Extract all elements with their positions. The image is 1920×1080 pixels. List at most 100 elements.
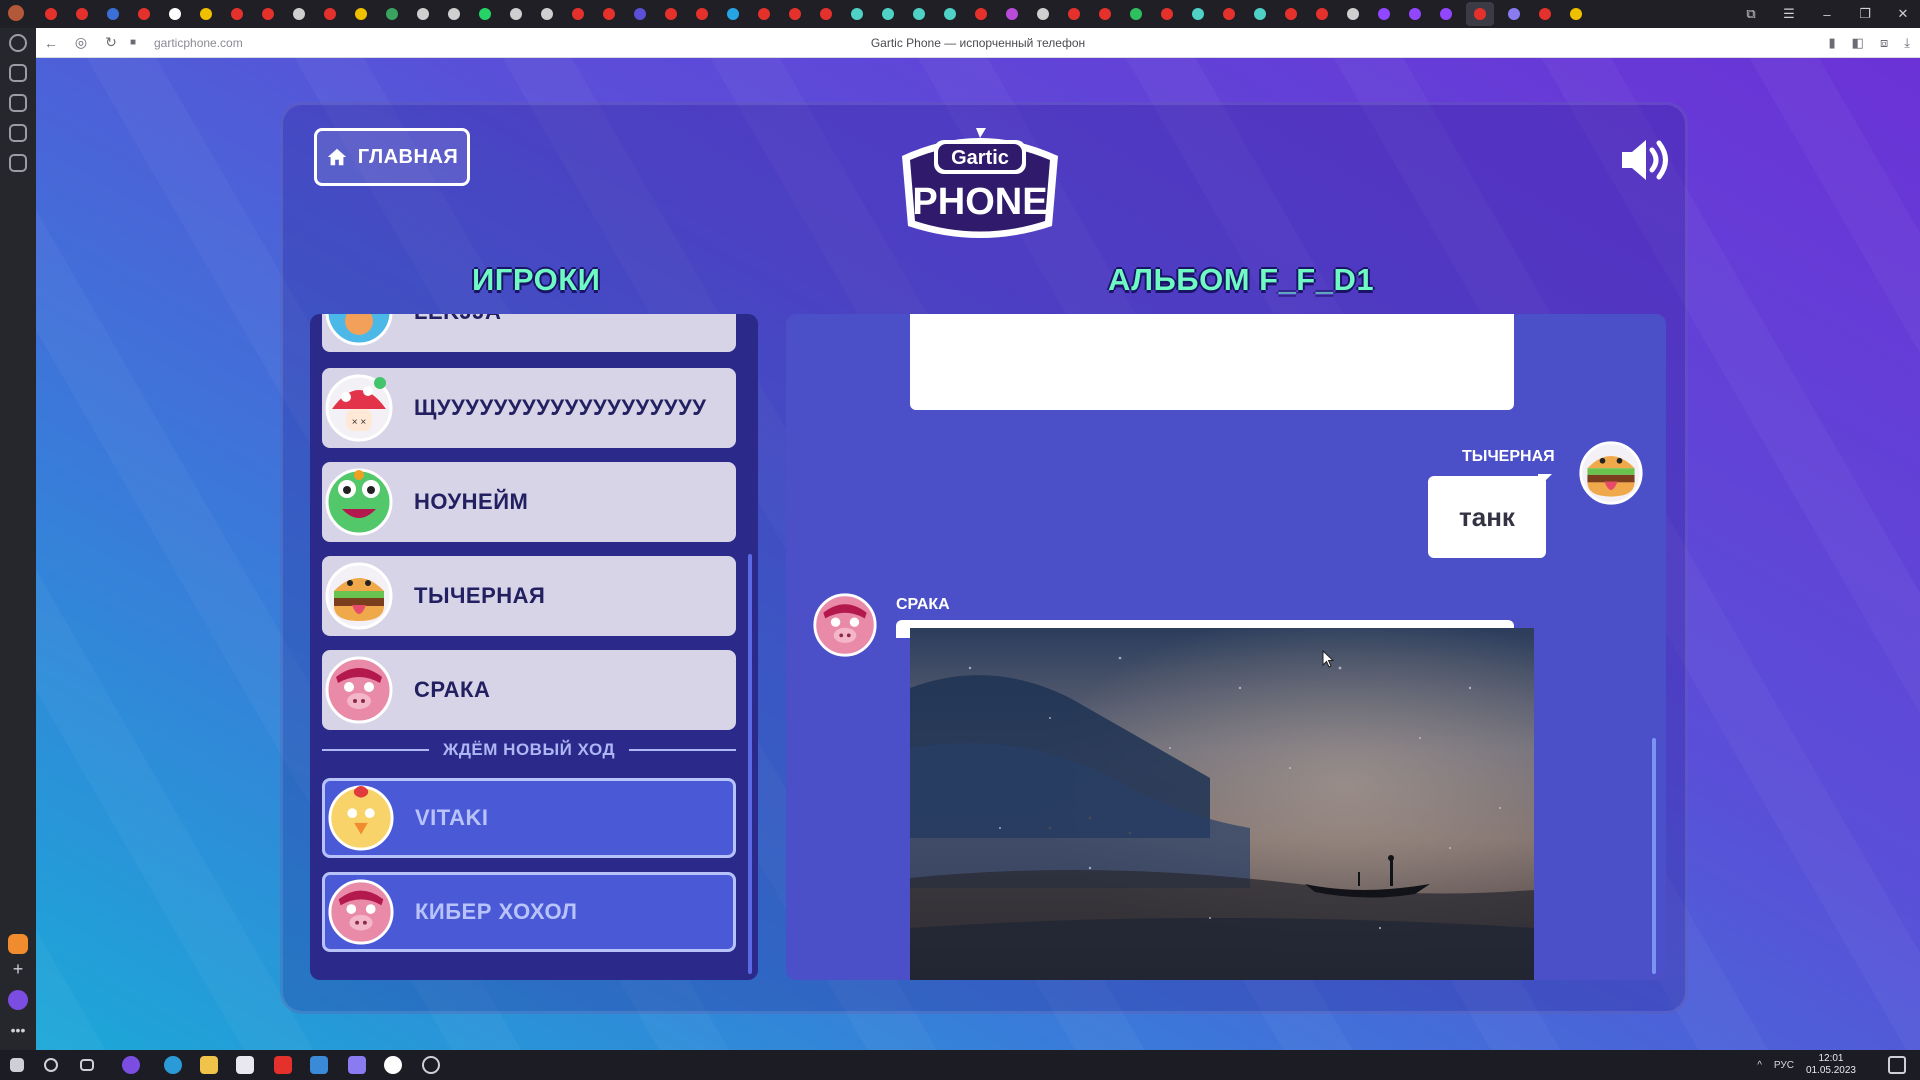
album-scrollbar[interactable]: [1652, 738, 1656, 974]
browser-tab[interactable]: [567, 5, 589, 23]
browser-tab[interactable]: [1565, 5, 1587, 23]
browser-tab[interactable]: [474, 5, 496, 23]
player-name: LEKJJA: [414, 314, 501, 325]
browser-tab[interactable]: [784, 5, 806, 23]
browser-tab[interactable]: [691, 5, 713, 23]
browser-tab[interactable]: [1342, 5, 1364, 23]
reading-icon[interactable]: ⧈: [1880, 35, 1888, 51]
back-icon[interactable]: ←: [36, 35, 66, 51]
menu-icon[interactable]: ☰: [1780, 6, 1798, 22]
video-icon[interactable]: [9, 154, 27, 172]
language-indicator[interactable]: РУС: [1774, 1060, 1794, 1071]
browser-tab[interactable]: [195, 5, 217, 23]
browser-tab[interactable]: [629, 5, 651, 23]
browser-tab[interactable]: [71, 5, 93, 23]
browser-tab[interactable]: [1311, 5, 1333, 23]
browser-tab[interactable]: [1249, 5, 1271, 23]
browser-tab[interactable]: [288, 5, 310, 23]
yandex-browser-icon[interactable]: [384, 1056, 402, 1074]
browser-tab[interactable]: [1125, 5, 1147, 23]
notifications-icon[interactable]: [1888, 1056, 1906, 1074]
start-icon[interactable]: [10, 1058, 24, 1072]
browser-tab[interactable]: [877, 5, 899, 23]
browser-tab[interactable]: [443, 5, 465, 23]
browser-tab[interactable]: [598, 5, 620, 23]
alice-icon[interactable]: [8, 990, 28, 1010]
extension-icon[interactable]: ◧: [1852, 35, 1864, 51]
browser-tab[interactable]: [1218, 5, 1240, 23]
notes-icon[interactable]: [9, 124, 27, 142]
browser-tab[interactable]: [1280, 5, 1302, 23]
browser-tab[interactable]: [102, 5, 124, 23]
browser-tab[interactable]: [1373, 5, 1395, 23]
browser-tab[interactable]: [164, 5, 186, 23]
tabs-icon[interactable]: ⧉: [1742, 6, 1760, 22]
browser-tab[interactable]: [939, 5, 961, 23]
browser-tab[interactable]: [846, 5, 868, 23]
browser-tab[interactable]: [815, 5, 837, 23]
browser-tab[interactable]: [319, 5, 341, 23]
browser-tab[interactable]: [1032, 5, 1054, 23]
browser-tab[interactable]: [1466, 2, 1494, 26]
history-icon[interactable]: [9, 34, 27, 52]
player-name: ТЫЧЕРНАЯ: [414, 583, 546, 608]
browser-tab[interactable]: [1001, 5, 1023, 23]
app-icon[interactable]: [8, 934, 28, 954]
download-icon[interactable]: ⤓: [1904, 35, 1910, 51]
task-view-icon[interactable]: [80, 1059, 94, 1071]
sound-icon[interactable]: [1618, 138, 1674, 182]
browser-tab[interactable]: [505, 5, 527, 23]
browser-tab[interactable]: [412, 5, 434, 23]
browser-tab[interactable]: [1187, 5, 1209, 23]
home-button[interactable]: ГЛАВНАЯ: [314, 128, 470, 186]
browser-tab[interactable]: [40, 5, 62, 23]
players-scrollbar[interactable]: [748, 554, 752, 974]
edge-icon[interactable]: [164, 1056, 182, 1074]
browser-tab[interactable]: [1435, 5, 1457, 23]
tab-favicon-icon: [1570, 8, 1582, 20]
window-controls: ⧉ ☰ – ❐ ✕: [1742, 0, 1912, 28]
store-icon[interactable]: [236, 1056, 254, 1074]
player-name: КИБЕР ХОХОЛ: [415, 899, 578, 924]
browser-tab[interactable]: [1063, 5, 1085, 23]
tray-chevron-icon[interactable]: ^: [1757, 1060, 1762, 1071]
close-button[interactable]: ✕: [1894, 6, 1912, 22]
search-icon[interactable]: [44, 1058, 58, 1072]
calendar-icon[interactable]: [9, 94, 27, 112]
minimize-button[interactable]: –: [1818, 7, 1836, 22]
browser-menu-icon[interactable]: [8, 5, 24, 21]
more-icon[interactable]: •••: [8, 1022, 28, 1042]
browser-tab[interactable]: [1156, 5, 1178, 23]
reload-icon[interactable]: ↻: [96, 34, 126, 51]
url-field[interactable]: garticphone.com: [154, 36, 243, 50]
yandex-icon[interactable]: [274, 1056, 292, 1074]
tab-favicon-icon: [789, 8, 801, 20]
browser-tab[interactable]: [133, 5, 155, 23]
clock[interactable]: 12:01 01.05.2023: [1806, 1053, 1856, 1077]
browser-tab[interactable]: [226, 5, 248, 23]
browser-tab[interactable]: [1503, 5, 1525, 23]
discord-icon[interactable]: [348, 1056, 366, 1074]
browser-tab[interactable]: [1534, 5, 1556, 23]
browser-tab[interactable]: [257, 5, 279, 23]
browser-tab[interactable]: [381, 5, 403, 23]
browser-tab[interactable]: [908, 5, 930, 23]
bookmark-icon[interactable]: ▮: [1829, 35, 1836, 51]
browser-tab[interactable]: [350, 5, 372, 23]
browser-tab[interactable]: [970, 5, 992, 23]
alice-taskbar-icon[interactable]: [122, 1056, 140, 1074]
browser-tab[interactable]: [1094, 5, 1116, 23]
tab-favicon-icon: [1161, 8, 1173, 20]
browser-tab[interactable]: [536, 5, 558, 23]
obs-icon[interactable]: [422, 1056, 440, 1074]
collections-icon[interactable]: [9, 64, 27, 82]
browser-tab[interactable]: [753, 5, 775, 23]
mail-icon[interactable]: [310, 1056, 328, 1074]
browser-tab[interactable]: [1404, 5, 1426, 23]
explorer-icon[interactable]: [200, 1056, 218, 1074]
restore-button[interactable]: ❐: [1856, 6, 1874, 22]
shield-icon[interactable]: ◎: [66, 34, 96, 51]
add-icon[interactable]: +: [8, 960, 28, 980]
browser-tab[interactable]: [660, 5, 682, 23]
browser-tab[interactable]: [722, 5, 744, 23]
